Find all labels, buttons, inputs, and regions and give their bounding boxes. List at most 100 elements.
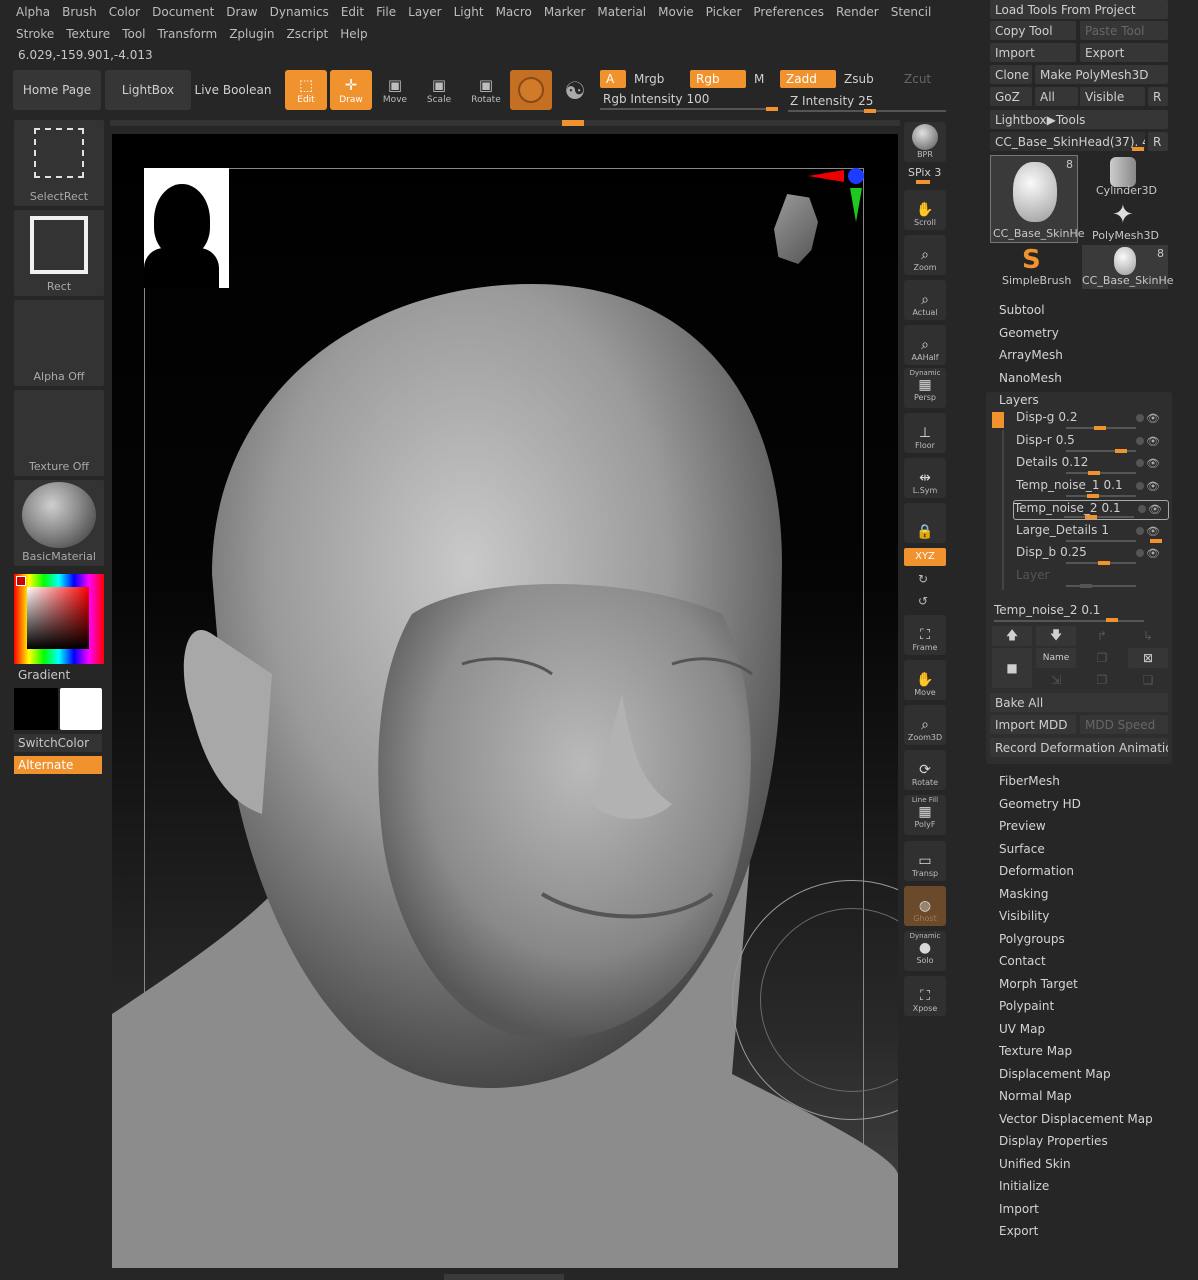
goz-r-button[interactable]: R: [1148, 87, 1168, 106]
layer-strength-knob[interactable]: [1094, 426, 1106, 430]
layer-strength-track[interactable]: [1064, 516, 1134, 518]
submenu-export[interactable]: Export: [999, 1224, 1038, 1238]
rotate-y-icon[interactable]: ↻: [918, 572, 928, 586]
submenu-unified-skin[interactable]: Unified Skin: [999, 1157, 1071, 1171]
viewport-canvas[interactable]: [112, 134, 898, 1268]
scroll-button[interactable]: ✋ Scroll: [904, 190, 946, 230]
bottom-tray-handle[interactable]: [444, 1274, 564, 1280]
a-mode-toggle[interactable]: A: [600, 70, 626, 88]
layer-copy-button[interactable]: ❐: [1082, 670, 1122, 690]
secondary-color-swatch[interactable]: [60, 688, 102, 730]
zoom3d-button[interactable]: ⌕ Zoom3D: [904, 705, 946, 745]
menu-transform[interactable]: Transform: [152, 27, 224, 41]
frame-button[interactable]: ⛶ Frame: [904, 615, 946, 655]
live-boolean-button[interactable]: Live Boolean: [193, 70, 273, 110]
layer-record-dot-icon[interactable]: [1136, 526, 1144, 535]
menu-brush[interactable]: Brush: [56, 5, 103, 19]
menu-color[interactable]: Color: [103, 5, 146, 19]
layer-strength-knob[interactable]: [1088, 471, 1101, 475]
draw-button[interactable]: ✛ Draw: [330, 70, 372, 110]
aahalf-button[interactable]: ⌕ AAHalf: [904, 325, 946, 365]
paste-tool-button[interactable]: Paste Tool: [1080, 21, 1168, 40]
tool-thumb-skinhead-2[interactable]: 8 CC_Base_SkinHe: [1082, 245, 1174, 289]
layer-merge-button[interactable]: ↳: [1128, 626, 1168, 646]
menu-texture[interactable]: Texture: [60, 27, 116, 41]
layer-up-button[interactable]: 🡅: [992, 626, 1032, 646]
rect-stroke[interactable]: Rect: [14, 210, 104, 296]
eye-icon[interactable]: 👁: [1146, 412, 1160, 425]
rgb-intensity-knob[interactable]: [766, 107, 778, 111]
tool-thumb-simplebrush[interactable]: S SimpleBrush: [990, 245, 1078, 289]
eye-icon[interactable]: 👁: [1146, 525, 1160, 538]
zsub-toggle[interactable]: Zsub: [838, 70, 894, 88]
layer-row[interactable]: Disp-g 0.2 👁: [1016, 410, 1166, 430]
menu-render[interactable]: Render: [830, 5, 885, 19]
load-tools-from-project-button[interactable]: Load Tools From Project: [990, 0, 1168, 19]
rotate-view-button[interactable]: ⟳ Rotate: [904, 750, 946, 790]
submenu-surface[interactable]: Surface: [999, 842, 1045, 856]
layer-record-dot-icon[interactable]: [1136, 414, 1144, 422]
alternate-toggle[interactable]: Alternate: [14, 756, 102, 774]
layer-row[interactable]: Large_Details 1 👁: [1016, 523, 1166, 543]
menu-preferences[interactable]: Preferences: [747, 5, 830, 19]
layer-row[interactable]: Details 0.12 👁: [1016, 455, 1166, 475]
layer-row[interactable]: Layer: [1016, 568, 1166, 588]
submenu-initialize[interactable]: Initialize: [999, 1179, 1049, 1193]
z-intensity-knob[interactable]: [864, 109, 876, 113]
zoom-button[interactable]: ⌕ Zoom: [904, 235, 946, 275]
ghost-button[interactable]: ◍ Ghost: [904, 886, 946, 926]
submenu-subtool[interactable]: Subtool: [999, 303, 1045, 317]
move-view-button[interactable]: ✋ Move: [904, 660, 946, 700]
rgb-toggle[interactable]: Rgb: [690, 70, 746, 88]
mdd-speed-slider[interactable]: MDD Speed: [1080, 715, 1168, 734]
layer-down-button[interactable]: 🡇: [1036, 626, 1076, 646]
tool-thumb-skinhead[interactable]: 8 CC_Base_SkinHe: [990, 155, 1085, 243]
menu-draw[interactable]: Draw: [220, 5, 263, 19]
submenu-geometry-hd[interactable]: Geometry HD: [999, 797, 1081, 811]
layer-strength-knob[interactable]: [1150, 538, 1162, 543]
submenu-arraymesh[interactable]: ArrayMesh: [999, 348, 1063, 362]
import-mdd-button[interactable]: Import MDD: [990, 715, 1076, 734]
menu-marker[interactable]: Marker: [538, 5, 591, 19]
persp-button[interactable]: Dynamic ▦ Persp: [904, 368, 946, 408]
submenu-masking[interactable]: Masking: [999, 887, 1048, 901]
switchcolor-button[interactable]: SwitchColor: [14, 734, 102, 752]
edit-button[interactable]: ⬚ Edit: [285, 70, 327, 110]
submenu-morph-target[interactable]: Morph Target: [999, 977, 1078, 991]
menu-alpha[interactable]: Alpha: [10, 5, 56, 19]
menu-stencil[interactable]: Stencil: [885, 5, 938, 19]
layer-record-dot-icon[interactable]: [1136, 436, 1144, 445]
layers-header[interactable]: Layers: [999, 393, 1039, 407]
layer-strength-knob[interactable]: [1115, 448, 1127, 453]
submenu-preview[interactable]: Preview: [999, 819, 1046, 833]
primary-color-swatch[interactable]: [14, 688, 58, 730]
mrgb-toggle[interactable]: Mrgb: [628, 70, 686, 88]
menu-file[interactable]: File: [370, 5, 402, 19]
submenu-display-properties[interactable]: Display Properties: [999, 1134, 1108, 1148]
lock-button[interactable]: 🔒: [904, 503, 946, 543]
layer-name-button[interactable]: Name: [1036, 648, 1076, 668]
home-page-button[interactable]: Home Page: [13, 70, 101, 110]
scale-button[interactable]: ▣ Scale: [418, 70, 460, 110]
layer-split-button[interactable]: ↱: [1082, 626, 1122, 646]
active-layer-track[interactable]: [994, 620, 1144, 622]
selectrect-brush[interactable]: SelectRect: [14, 120, 104, 206]
lsym-button[interactable]: ⇹ L.Sym: [904, 458, 946, 498]
m-toggle[interactable]: M: [748, 70, 774, 88]
solo-button[interactable]: Dynamic ● Solo: [904, 931, 946, 971]
layer-delete-button[interactable]: ⊠: [1128, 648, 1168, 668]
submenu-normal-map[interactable]: Normal Map: [999, 1089, 1072, 1103]
layer-duplicate-button[interactable]: ❐: [1082, 648, 1122, 668]
menu-dynamics[interactable]: Dynamics: [264, 5, 335, 19]
submenu-displacement-map[interactable]: Displacement Map: [999, 1067, 1111, 1081]
menu-stroke[interactable]: Stroke: [10, 27, 60, 41]
bpr-button[interactable]: BPR: [904, 122, 946, 162]
layer-row[interactable]: Temp_noise_2 0.1 👁: [1013, 500, 1169, 520]
clone-button[interactable]: Clone: [990, 65, 1032, 84]
menu-help[interactable]: Help: [334, 27, 373, 41]
actual-button[interactable]: ⌕ Actual: [904, 280, 946, 320]
rotate-z-icon[interactable]: ↺: [918, 594, 928, 608]
tool-thumb-polymesh3d[interactable]: ✦ PolyMesh3D: [1082, 200, 1168, 244]
zadd-toggle[interactable]: Zadd: [780, 70, 836, 88]
eye-icon[interactable]: 👁: [1148, 503, 1162, 516]
